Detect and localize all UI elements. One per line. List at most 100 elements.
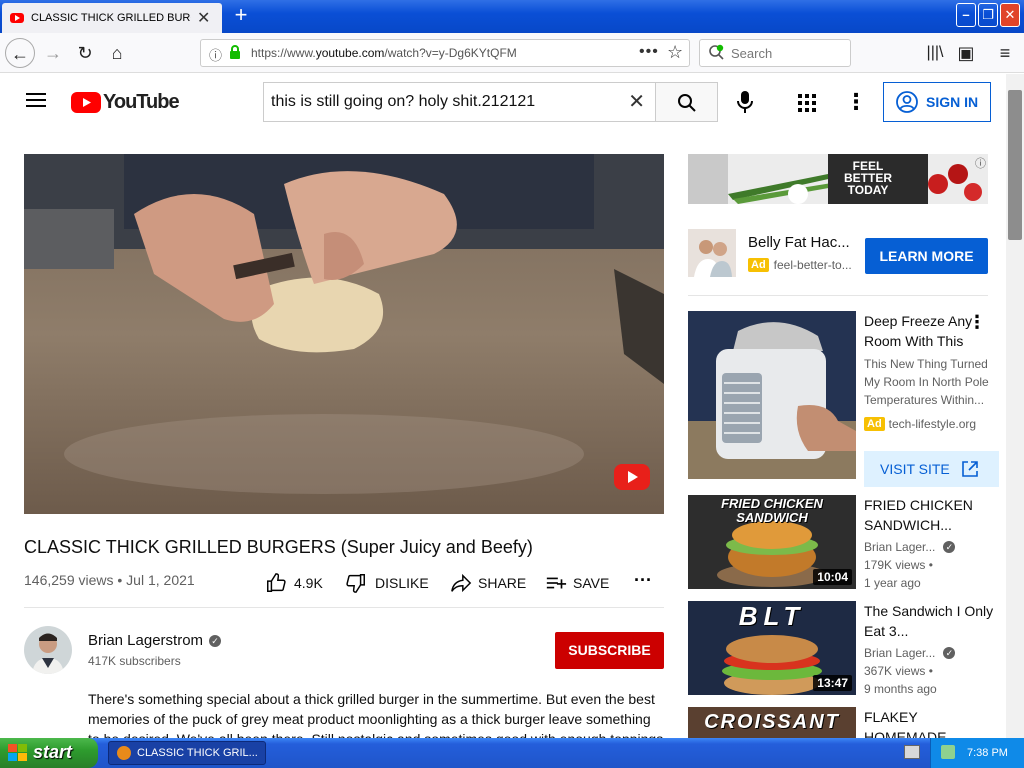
channel-name-row: Brian Lager... ✓ xyxy=(864,540,956,554)
close-window-button[interactable]: ✕ xyxy=(1000,3,1020,27)
back-button[interactable]: ← xyxy=(5,38,35,68)
lock-icon xyxy=(229,45,241,59)
channel-name[interactable]: Brian Lager... xyxy=(864,646,935,660)
dislike-button[interactable]: DISLIKE xyxy=(345,572,429,594)
video-title[interactable]: FLAKEY HOMEMADE xyxy=(864,707,954,738)
page-scrollbar[interactable] xyxy=(1006,74,1024,738)
ad2-more-icon[interactable]: ⋮ xyxy=(968,312,986,333)
view-count: 367K views • xyxy=(864,664,933,678)
more-options-icon[interactable]: ⋮ xyxy=(845,88,867,116)
video-thumbnail[interactable]: FRIED CHICKEN SANDWICH 10:04 xyxy=(688,495,856,589)
page-actions-icon[interactable]: ••• xyxy=(639,43,659,61)
network-icon[interactable] xyxy=(904,745,920,759)
visit-site-button[interactable]: VISIT SITE xyxy=(864,451,999,487)
url-bar[interactable]: ⓘ https://www.youtube.com/watch?v=y-Dg6K… xyxy=(200,39,690,67)
more-actions-icon[interactable]: ··· xyxy=(634,570,652,591)
ad2-domain: tech-lifestyle.org xyxy=(888,417,977,431)
subscribe-button[interactable]: SUBSCRIBE xyxy=(555,632,664,669)
learn-more-button[interactable]: LEARN MORE xyxy=(865,238,988,274)
ad-badge: Ad xyxy=(748,258,769,272)
video-meta: 146,259 views • Jul 1, 2021 xyxy=(24,572,195,588)
forward-button[interactable]: → xyxy=(38,38,68,68)
sign-in-button[interactable]: SIGN IN xyxy=(883,82,991,122)
ad2-thumbnail[interactable] xyxy=(688,311,856,479)
ad-info-icon[interactable]: ⓘ xyxy=(975,155,986,171)
verified-icon: ✓ xyxy=(943,541,956,553)
search-icon xyxy=(708,44,725,66)
channel-name[interactable]: Brian Lagerstrom xyxy=(88,632,203,649)
browser-search-input[interactable]: Search xyxy=(699,39,851,67)
microphone-icon[interactable] xyxy=(737,90,753,119)
url-text: https://www.youtube.com/watch?v=y-Dg6KYt… xyxy=(251,46,517,60)
clock[interactable]: 7:38 PM xyxy=(967,747,1008,759)
video-frame xyxy=(24,154,664,514)
thumbs-up-icon xyxy=(267,573,286,592)
clear-search-icon[interactable]: ✕ xyxy=(628,89,645,114)
video-title[interactable]: FRIED CHICKEN SANDWICH... xyxy=(864,495,994,535)
ad2-meta: Ad tech-lifestyle.org xyxy=(864,417,976,431)
home-icon[interactable]: ⌂ xyxy=(102,38,132,68)
like-button[interactable]: 4.9K xyxy=(265,572,323,594)
ad1-thumbnail[interactable] xyxy=(688,229,736,277)
bookmark-star-icon[interactable]: ☆ xyxy=(667,42,683,63)
channel-name-row[interactable]: Brian Lagerstrom ✓ xyxy=(88,632,222,649)
save-button[interactable]: SAVE xyxy=(545,572,609,594)
taskbar-window-button[interactable]: CLASSIC THICK GRIL... xyxy=(108,741,266,765)
youtube-logo-text: YouTube xyxy=(103,90,180,113)
youtube-search-input[interactable]: this is still going on? holy shit.212121… xyxy=(263,82,655,122)
video-thumbnail[interactable]: BLT 13:47 xyxy=(688,601,856,695)
hamburger-menu-icon[interactable] xyxy=(26,92,46,110)
search-placeholder: Search xyxy=(731,46,773,61)
youtube-logo[interactable]: YouTube xyxy=(71,90,180,114)
maximize-button[interactable]: ❐ xyxy=(978,3,998,27)
divider xyxy=(24,607,664,608)
video-duration: 13:47 xyxy=(813,675,852,691)
banner-ad[interactable]: FEEL BETTER TODAY ⓘ xyxy=(688,154,988,204)
share-button[interactable]: SHARE xyxy=(450,572,526,594)
windows-logo-icon xyxy=(8,744,27,761)
verified-icon: ✓ xyxy=(943,647,956,659)
channel-name-row: Brian Lager... ✓ xyxy=(864,646,956,660)
ad1-title[interactable]: Belly Fat Hac... xyxy=(748,234,850,251)
video-player[interactable] xyxy=(24,154,664,514)
ad1-domain: feel-better-to... xyxy=(773,258,852,272)
start-label: start xyxy=(33,742,73,762)
scrollbar-thumb[interactable] xyxy=(1008,90,1022,240)
ad1-meta: Ad feel-better-to... xyxy=(748,258,852,272)
reload-button[interactable]: ↻ xyxy=(70,38,100,68)
apps-grid-icon[interactable] xyxy=(798,94,816,117)
subscriber-count: 417K subscribers xyxy=(88,654,181,668)
ad-badge: Ad xyxy=(864,417,885,431)
youtube-search-button[interactable] xyxy=(655,82,718,122)
thumbnail-text: CROISSANT xyxy=(704,711,840,733)
browser-tab[interactable]: CLASSIC THICK GRILLED BURGERS ✕ xyxy=(2,3,222,33)
video-title[interactable]: The Sandwich I Only Eat 3... xyxy=(864,601,994,641)
menu-icon[interactable]: ≡ xyxy=(990,38,1020,68)
upload-age: 1 year ago xyxy=(864,576,921,590)
library-icon[interactable]: |||\ xyxy=(920,38,950,68)
channel-avatar[interactable] xyxy=(24,626,72,674)
tray-app-icon[interactable] xyxy=(941,745,955,759)
video-thumbnail[interactable]: CROISSANT xyxy=(688,707,856,738)
share-label: SHARE xyxy=(478,575,527,591)
youtube-favicon-icon xyxy=(10,13,24,23)
account-icon xyxy=(896,91,918,113)
firefox-icon xyxy=(117,746,131,760)
sidebar-icon[interactable]: ▣ xyxy=(951,38,981,68)
youtube-watermark-icon[interactable] xyxy=(614,464,650,490)
channel-name[interactable]: Brian Lager... xyxy=(864,540,935,554)
start-button[interactable]: start xyxy=(0,738,98,768)
browser-toolbar: ← → ↻ ⌂ ⓘ https://www.youtube.com/watch?… xyxy=(0,33,1024,73)
info-icon[interactable]: ⓘ xyxy=(209,45,222,64)
windows-taskbar: start CLASSIC THICK GRIL... 7:38 PM xyxy=(0,738,1024,768)
minimize-button[interactable]: – xyxy=(956,3,976,27)
new-tab-button[interactable]: + xyxy=(228,4,254,28)
close-tab-icon[interactable]: ✕ xyxy=(197,8,210,28)
thumbs-down-icon xyxy=(346,574,365,593)
thumbnail-text: BLT xyxy=(738,601,806,631)
search-icon xyxy=(678,94,696,112)
browser-tab-strip: CLASSIC THICK GRILLED BURGERS ✕ + – ❐ ✕ xyxy=(0,0,1024,33)
ad2-title[interactable]: Deep Freeze Any Room With This xyxy=(864,311,974,351)
youtube-header: YouTube this is still going on? holy shi… xyxy=(0,74,1006,130)
upload-age: 9 months ago xyxy=(864,682,937,696)
